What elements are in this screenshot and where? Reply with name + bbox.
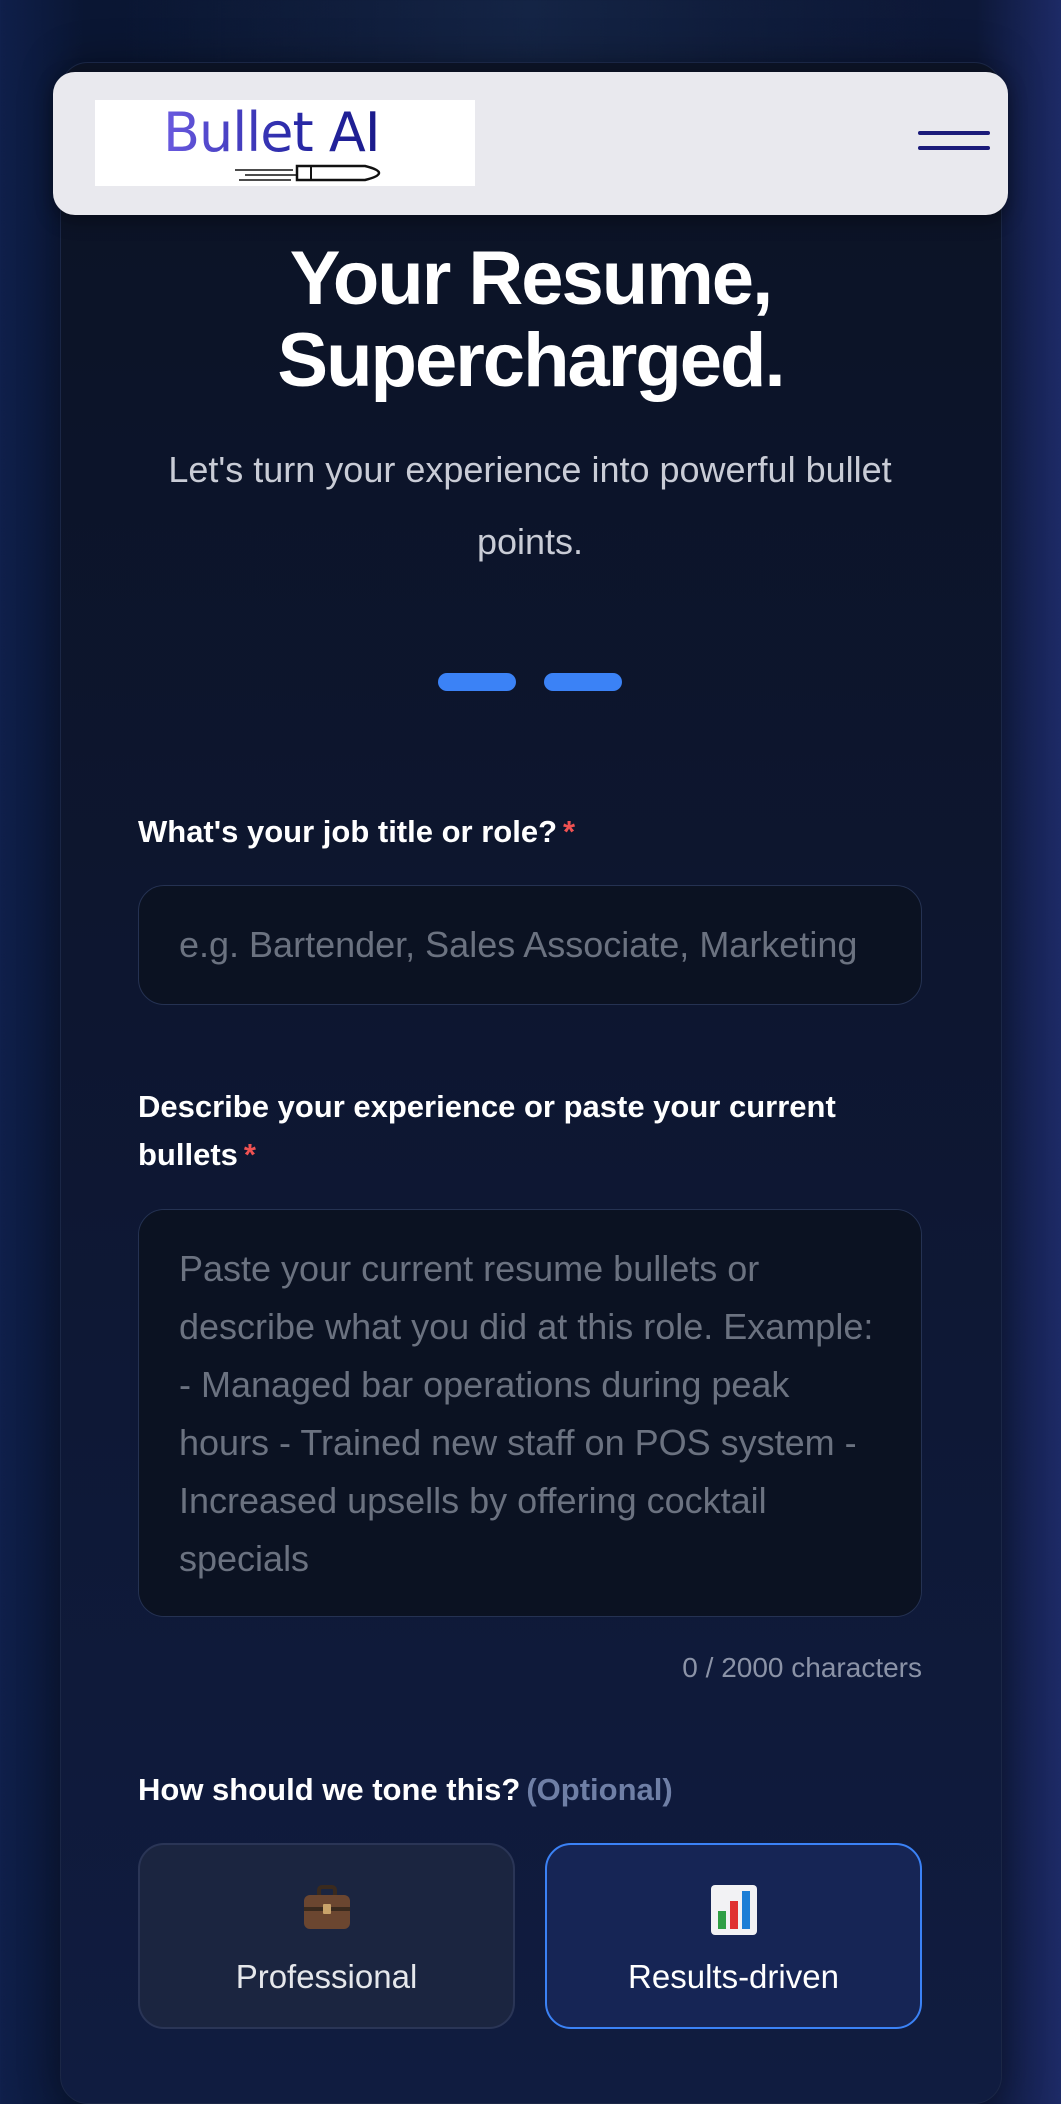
- job-title-label: What's your job title or role? *: [138, 814, 576, 849]
- tone-option-label: Professional: [235, 1958, 418, 1995]
- bar-chart-icon: [710, 1885, 757, 1935]
- progress-step-2: [544, 673, 622, 691]
- optional-tag: (Optional): [526, 1772, 673, 1807]
- tone-option-professional[interactable]: Professional: [138, 1843, 515, 2029]
- page-title: Your Resume, Supercharged.: [0, 238, 1061, 402]
- logo-text: Bullet AI: [163, 101, 381, 164]
- tone-option-results-driven[interactable]: Results-driven: [545, 1843, 922, 2029]
- tone-label: How should we tone this? (Optional): [138, 1772, 673, 1807]
- title-line-2: Supercharged.: [277, 318, 785, 403]
- experience-textarea[interactable]: [138, 1209, 922, 1617]
- required-marker: *: [243, 1137, 256, 1172]
- top-header: Bullet AI: [53, 72, 1008, 215]
- progress-step-1: [438, 673, 516, 691]
- tone-option-label: Results-driven: [628, 1958, 839, 1995]
- briefcase-icon: [303, 1885, 350, 1929]
- character-count: 0 / 2000 characters: [682, 1652, 922, 1683]
- title-line-1: Your Resume,: [289, 236, 773, 321]
- page-subtitle: Let's turn your experience into powerful…: [168, 449, 892, 562]
- experience-label: Describe your experience or paste your c…: [138, 1089, 836, 1172]
- required-marker: *: [563, 814, 576, 849]
- bullet-logo-icon: [235, 164, 381, 182]
- logo[interactable]: Bullet AI: [95, 100, 475, 186]
- hamburger-menu-icon[interactable]: [918, 124, 990, 158]
- job-title-input[interactable]: [138, 885, 922, 1005]
